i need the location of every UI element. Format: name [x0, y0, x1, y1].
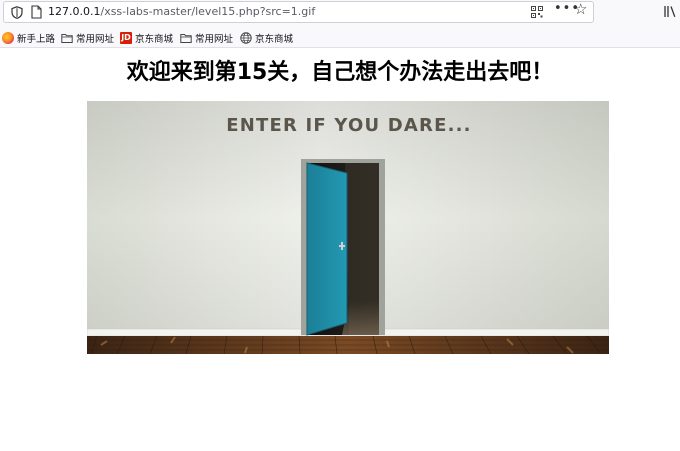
browser-toolbar: 127.0.0.1/xss-labs-master/level15.php?sr…: [0, 0, 680, 27]
bookmark-item[interactable]: 京东商城: [240, 30, 293, 45]
bookmark-label: 常用网址: [195, 33, 234, 45]
folder-icon: [61, 33, 73, 43]
bookmark-item[interactable]: JD 京东商城: [120, 30, 173, 45]
qr-code-icon[interactable]: [531, 6, 543, 18]
shield-icon[interactable]: [11, 6, 23, 19]
level-image: ENTER IF YOU DARE...: [87, 101, 609, 354]
bookmark-label: 新手上路: [17, 33, 56, 45]
wooden-floor: [87, 335, 609, 354]
bookmark-label: 京东商城: [255, 33, 294, 45]
url-host: 127.0.0.1: [48, 5, 101, 18]
bookmark-label: 京东商城: [135, 33, 174, 45]
library-icon[interactable]: [664, 5, 676, 18]
page-info-icon[interactable]: [31, 5, 42, 19]
bookmark-folder[interactable]: 常用网址: [61, 30, 114, 45]
address-bar[interactable]: 127.0.0.1/xss-labs-master/level15.php?sr…: [3, 1, 594, 23]
bookmark-item[interactable]: 新手上路: [2, 30, 55, 45]
bookmark-label: 常用网址: [76, 33, 115, 45]
url-path: /xss-labs-master/level15.php?src=1.gif: [100, 5, 316, 18]
open-door: [306, 162, 348, 336]
bookmarks-toolbar: 新手上路 常用网址 JD 京东商城 常用网址 京东商城: [0, 27, 680, 48]
firefox-icon: [2, 31, 14, 44]
bookmark-star-icon[interactable]: ☆: [574, 1, 587, 17]
page-title: 欢迎来到第15关，自己想个办法走出去吧！: [126, 60, 554, 85]
url-text[interactable]: 127.0.0.1/xss-labs-master/level15.php?sr…: [48, 5, 315, 19]
globe-icon: [240, 31, 252, 44]
folder-icon: [180, 33, 192, 43]
bookmark-folder[interactable]: 常用网址: [180, 30, 233, 45]
jd-icon: JD: [120, 31, 132, 44]
image-caption: ENTER IF YOU DARE...: [226, 115, 471, 136]
